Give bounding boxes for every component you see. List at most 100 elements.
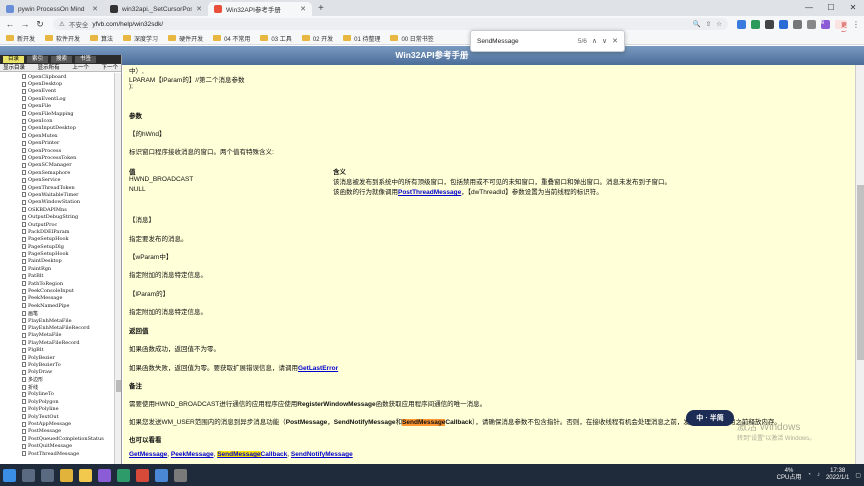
toc-item[interactable]: PostMessage	[22, 428, 114, 435]
toc-item[interactable]: PolyBezier	[22, 354, 114, 361]
toc-item[interactable]: 折线	[22, 383, 114, 391]
peekmessage-link[interactable]: PeekMessage	[171, 451, 214, 458]
bookmark-folder[interactable]: 01 待整理	[343, 34, 380, 43]
new-tab-button[interactable]: +	[312, 2, 330, 16]
toc-item[interactable]: OpenEvent	[22, 88, 114, 95]
extension-icon[interactable]	[751, 19, 760, 29]
prev-topic-button[interactable]: 上一个	[72, 64, 89, 71]
close-window-icon[interactable]: ✕	[842, 0, 864, 14]
toc-item[interactable]: PlgBlt	[22, 346, 114, 353]
toc-item[interactable]: PaintDesktop	[22, 258, 114, 265]
toc-item[interactable]: 多边形	[22, 376, 114, 383]
find-input[interactable]: SendMessage	[477, 38, 573, 45]
show-all-button[interactable]: 显示所有	[38, 64, 60, 71]
bookmark-folder[interactable]: 硬件开发	[168, 34, 203, 43]
toc-item[interactable]: PageSetupDlg	[22, 243, 114, 250]
tab-contents[interactable]: 目录	[3, 56, 25, 63]
toc-scroll-thumb[interactable]	[116, 380, 121, 392]
toc-item[interactable]: OpenFileMapping	[22, 110, 114, 117]
toc-item[interactable]: OutputProc	[22, 221, 114, 228]
clock[interactable]: 17:38 2022/1/1	[826, 468, 849, 482]
start-icon[interactable]	[3, 468, 16, 482]
content-scrollbar[interactable]	[855, 65, 864, 464]
toc-item[interactable]: PolyDraw	[22, 369, 114, 376]
toc-item[interactable]: OpenClipboard	[22, 73, 114, 80]
sendnotifymessage-link[interactable]: SendNotifyMessage	[291, 451, 353, 458]
tab-win32api[interactable]: win32api._SetCursorPos_meth✕	[104, 2, 208, 16]
find-icon[interactable]: 🔍	[693, 20, 701, 28]
toc-item[interactable]: PolyBezierTo	[22, 361, 114, 368]
explorer-icon[interactable]	[79, 468, 92, 482]
content-scroll-thumb[interactable]	[857, 185, 864, 360]
show-toc-button[interactable]: 显示目录	[3, 64, 25, 71]
toc-item[interactable]: PolyPolygon	[22, 398, 114, 405]
postthreadmessage-link[interactable]: PostThreadMessage	[398, 189, 461, 196]
network-icon[interactable]: ◔	[807, 472, 811, 478]
toc-item[interactable]: OpenThreadToken	[22, 184, 114, 191]
reload-icon[interactable]: ↻	[34, 18, 46, 30]
tab-win32api-manual[interactable]: Win32API参考手册 ✕	[208, 2, 312, 16]
close-tab-icon[interactable]: ✕	[92, 5, 98, 13]
toc-item[interactable]: OpenEventLog	[22, 95, 114, 102]
toc-item[interactable]: OpenFile	[22, 103, 114, 110]
toc-item[interactable]: OpenService	[22, 176, 114, 183]
puzzle-icon[interactable]	[807, 19, 816, 29]
tab-index[interactable]: 索引	[27, 56, 49, 63]
toc-item[interactable]: PostThreadMessage	[22, 450, 114, 457]
toc-item[interactable]: PlayEnhMetaFile	[22, 317, 114, 324]
tab-search[interactable]: 搜索	[51, 56, 73, 63]
bookmark-folder[interactable]: 新开发	[6, 34, 35, 43]
toc-item[interactable]: PlayMetaFileRecord	[22, 339, 114, 346]
toc-item[interactable]: PatBlt	[22, 273, 114, 280]
ime-badge[interactable]: 中ㆍ半简	[686, 410, 734, 426]
extension-icon[interactable]	[793, 19, 802, 29]
close-tab-icon[interactable]: ✕	[300, 5, 306, 13]
app-icon[interactable]	[136, 468, 149, 482]
forward-icon[interactable]: →	[19, 18, 31, 30]
toc-item[interactable]: OpenProcess	[22, 147, 114, 154]
find-close-button[interactable]: ✕	[612, 37, 618, 45]
toc-item[interactable]: OpenWaitableTimer	[22, 191, 114, 198]
find-next-button[interactable]: ∨	[602, 37, 607, 45]
toc-item[interactable]: OSKBDAPIMns	[22, 206, 114, 213]
notification-icon[interactable]: ▢	[855, 472, 861, 479]
bookmark-star-icon[interactable]: ☆	[716, 20, 722, 28]
avatar[interactable]: e	[821, 19, 830, 29]
toc-item[interactable]: OpenSemaphore	[22, 169, 114, 176]
toc-item[interactable]: PeekMessage	[22, 295, 114, 302]
app-icon[interactable]	[98, 468, 111, 482]
toc-item[interactable]: OpenProcessToken	[22, 154, 114, 161]
toc-item[interactable]: PolylineTo	[22, 391, 114, 398]
sendmessagecallback-link[interactable]: SendMessageCallback	[217, 451, 287, 458]
minimize-icon[interactable]: —	[798, 0, 820, 14]
toc-item[interactable]: OpenMutex	[22, 132, 114, 139]
bookmark-folder[interactable]: 算法	[90, 34, 113, 43]
menu-icon[interactable]: ⋮	[852, 20, 860, 29]
app-icon[interactable]	[117, 468, 130, 482]
toc-item[interactable]: OpenIcon	[22, 117, 114, 124]
search-icon[interactable]	[22, 468, 35, 482]
extension-icon[interactable]	[765, 19, 774, 29]
extension-icon[interactable]	[779, 19, 788, 29]
toc-item[interactable]: PolyPolyline	[22, 406, 114, 413]
toc-item[interactable]: PlayMetaFile	[22, 332, 114, 339]
toc-item[interactable]: OpenInputDesktop	[22, 125, 114, 132]
bookmark-folder[interactable]: 02 开发	[301, 34, 333, 43]
toc-item[interactable]: PostAppMessage	[22, 420, 114, 427]
getlasterror-link[interactable]: GetLastError	[298, 365, 338, 372]
toc-item[interactable]: PostQuitMessage	[22, 443, 114, 450]
share-icon[interactable]: ⇧	[706, 20, 711, 28]
tab-bookmarks[interactable]: 书签	[75, 56, 97, 63]
back-icon[interactable]: ←	[4, 18, 16, 30]
toc-item[interactable]: OpenSCManager	[22, 162, 114, 169]
bookmark-folder[interactable]: 软件开发	[45, 34, 80, 43]
find-prev-button[interactable]: ∧	[592, 37, 597, 45]
toc-item[interactable]: PageSetupHook	[22, 236, 114, 243]
chrome-icon[interactable]	[60, 468, 73, 482]
toc-item[interactable]: 画笔	[22, 310, 114, 317]
getmessage-link[interactable]: GetMessage	[129, 451, 167, 458]
toc-item[interactable]: OpenDesktop	[22, 80, 114, 87]
bookmark-folder[interactable]: 00 日常书签	[390, 34, 434, 43]
toc-item[interactable]: PlayEnhMetaFileRecord	[22, 324, 114, 331]
extension-icon[interactable]	[737, 19, 746, 29]
